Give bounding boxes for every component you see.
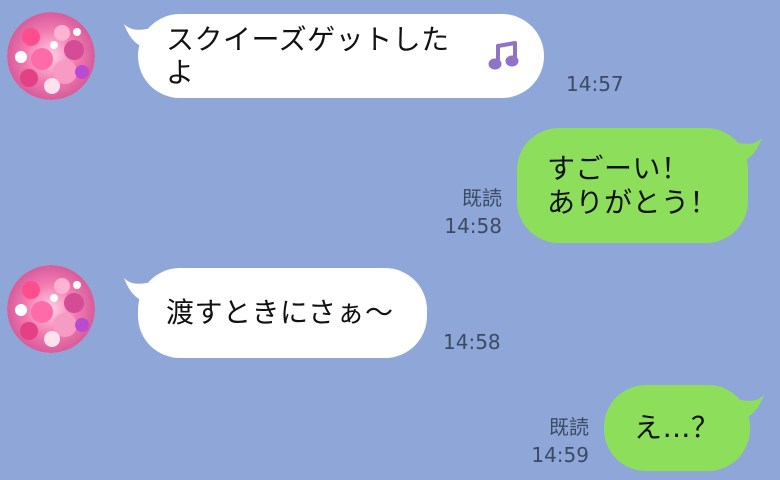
message-timestamp: 14:58	[444, 214, 502, 238]
avatar-image	[7, 265, 95, 353]
read-receipt: 既読 14:59	[517, 413, 589, 469]
bubble-tail-icon	[734, 138, 762, 162]
incoming-message-bubble[interactable]: スクイーズゲットしたよ	[124, 14, 544, 98]
read-receipt: 既読 14:58	[430, 184, 502, 240]
outgoing-message-bubble[interactable]: すごーい！ ありがとう！	[517, 128, 762, 243]
message-text-line: ありがとう！	[547, 185, 719, 219]
message-timestamp: 14:59	[531, 443, 589, 467]
message-text: え…？	[634, 411, 720, 445]
message-text: 渡すときにさぁ～	[166, 296, 394, 330]
incoming-message-bubble[interactable]: 渡すときにさぁ～	[124, 268, 427, 358]
avatar[interactable]	[7, 12, 95, 100]
avatar[interactable]	[7, 265, 95, 353]
bubble-tail-icon	[736, 395, 764, 419]
outgoing-message-bubble[interactable]: え…？	[604, 385, 764, 471]
bubble-tail-icon	[124, 24, 152, 48]
chat-window: スクイーズゲットしたよ 14:57 既読 14:58 すごーい！ ありがとう！	[0, 0, 780, 480]
read-label: 既読	[549, 415, 589, 439]
music-note-icon	[486, 39, 520, 73]
message-text: スクイーズゲットしたよ	[166, 22, 450, 89]
avatar-image	[7, 12, 95, 100]
message-timestamp: 14:57	[566, 72, 624, 96]
read-label: 既読	[462, 186, 502, 210]
bubble-tail-icon	[124, 278, 152, 302]
message-timestamp: 14:58	[443, 330, 501, 354]
message-text-group: すごーい！ ありがとう！	[547, 152, 718, 218]
message-text-line: すごーい！	[547, 152, 690, 186]
